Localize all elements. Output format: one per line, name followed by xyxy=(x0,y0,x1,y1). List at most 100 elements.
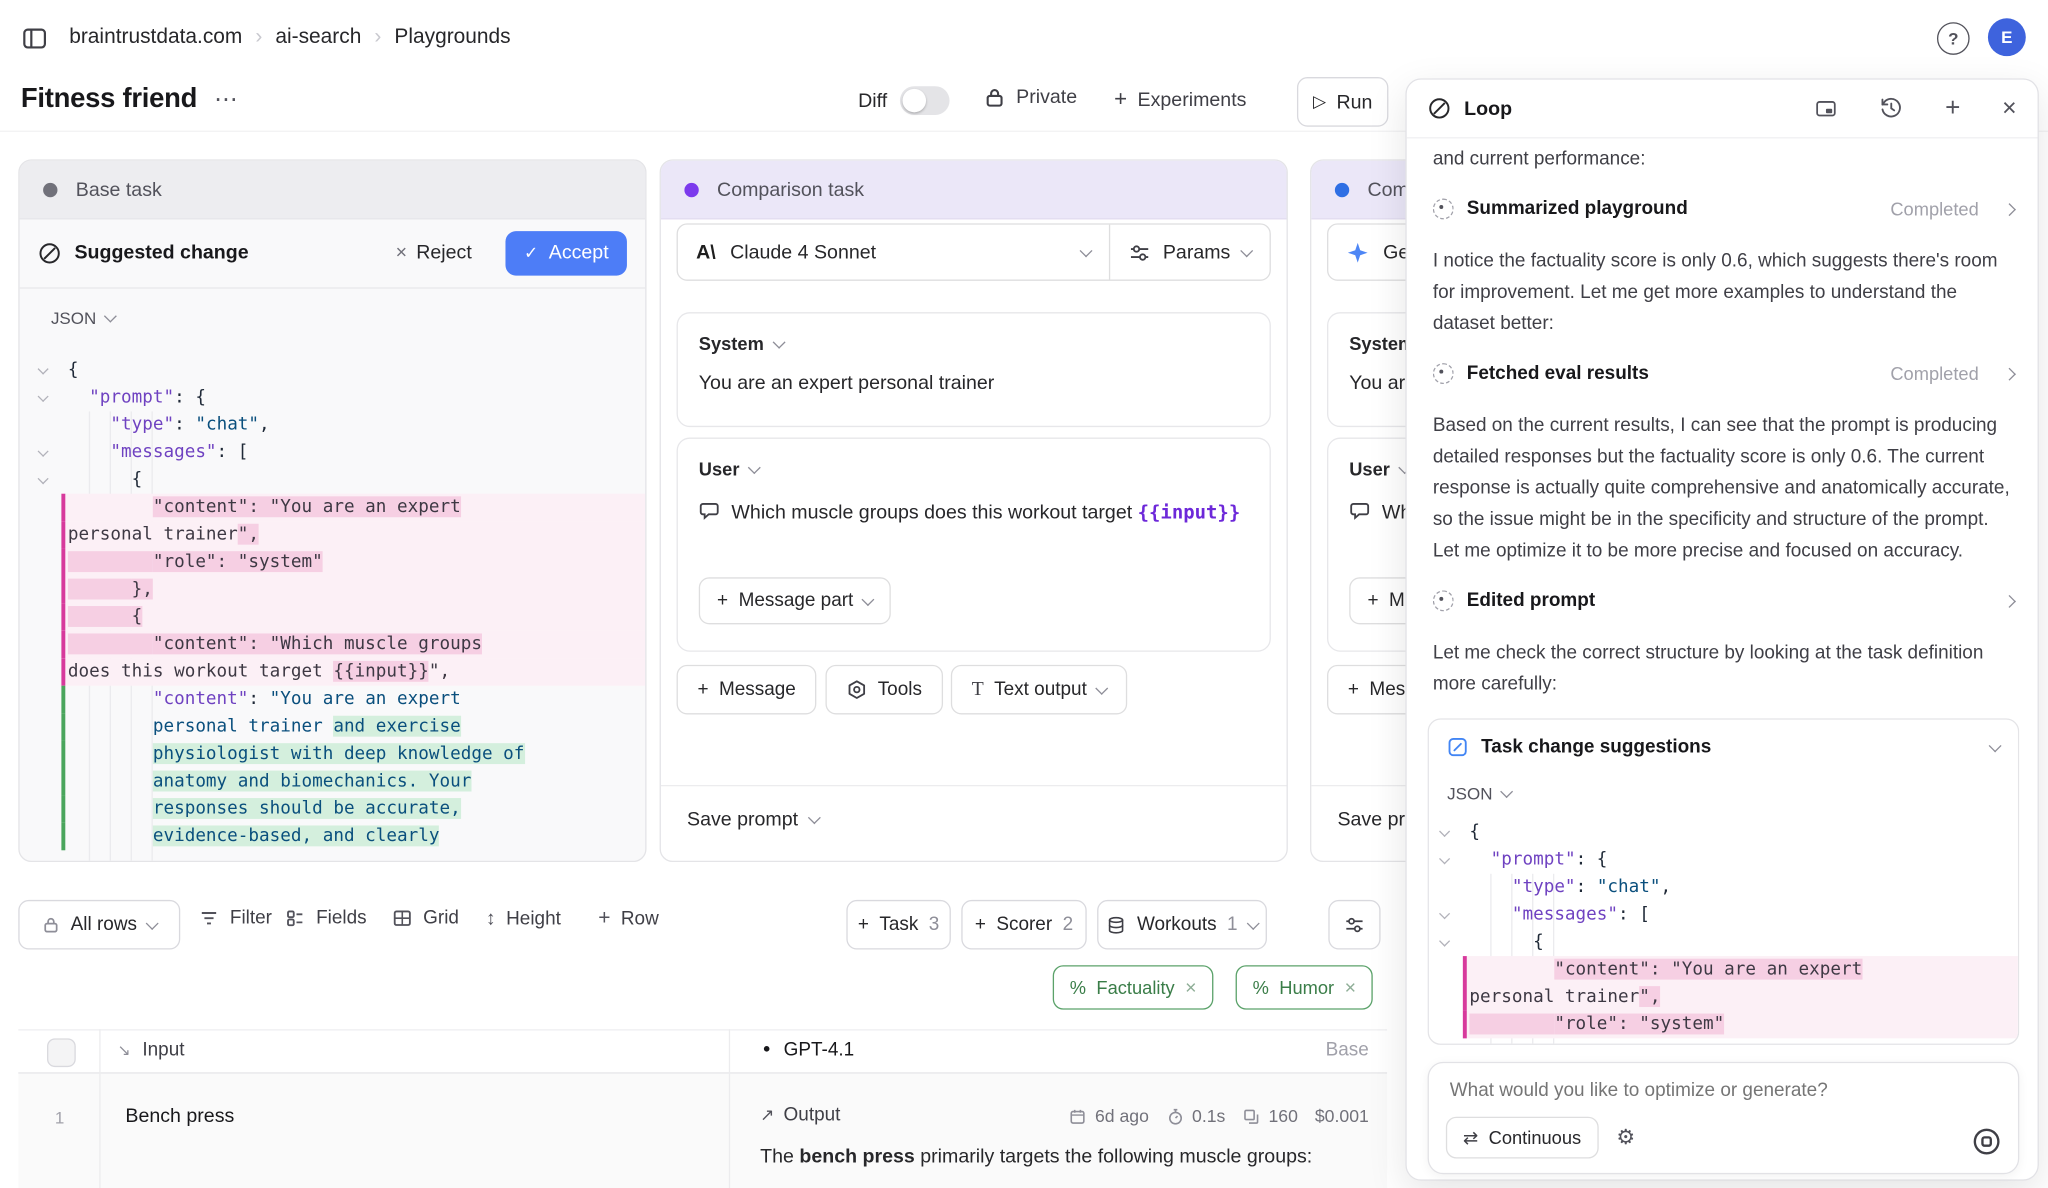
loop-panel-title: Loop xyxy=(1464,97,1801,119)
rows-filter-select[interactable]: All rows xyxy=(18,900,180,950)
add-message-part-button[interactable]: + Message part xyxy=(699,577,891,624)
chevron-right-icon xyxy=(2003,203,2016,216)
params-button[interactable]: Params xyxy=(1111,225,1270,280)
grid-button[interactable]: Grid xyxy=(392,908,459,929)
fold-chevron-icon[interactable] xyxy=(1439,908,1450,919)
remove-scorer-icon[interactable]: × xyxy=(1185,976,1196,998)
new-session-icon[interactable]: + xyxy=(1945,95,1960,121)
code-line: "prompt": { xyxy=(1437,846,2018,873)
fields-icon xyxy=(285,908,306,929)
filter-button[interactable]: Filter xyxy=(199,908,272,929)
step-label: Summarized playground xyxy=(1467,199,1878,220)
diff-toggle[interactable] xyxy=(900,86,950,115)
loop-prompt-input[interactable] xyxy=(1447,1079,2001,1103)
breadcrumb-project[interactable]: braintrustdata.com xyxy=(69,26,242,50)
add-row-button[interactable]: + Row xyxy=(598,908,659,932)
avatar[interactable]: E xyxy=(1988,18,2026,56)
divider xyxy=(661,785,1287,786)
factuality-scorer-badge[interactable]: % Factuality × xyxy=(1053,965,1214,1009)
breadcrumb-section[interactable]: Playgrounds xyxy=(394,26,510,50)
text-output-button[interactable]: T Text output xyxy=(951,665,1127,715)
accept-label: Accept xyxy=(549,242,609,264)
fold-chevron-icon[interactable] xyxy=(38,363,49,374)
humor-scorer-badge[interactable]: % Humor × xyxy=(1236,965,1373,1009)
add-message-button[interactable]: +Message xyxy=(677,665,817,715)
add-task-button[interactable]: +Task3 xyxy=(846,900,950,950)
save-prompt-button[interactable]: Save prompt xyxy=(687,808,819,830)
reject-label: Reject xyxy=(416,242,472,264)
tokens-icon xyxy=(1242,1107,1260,1125)
reject-button[interactable]: × Reject xyxy=(396,242,472,264)
loop-step-summarized-playground[interactable]: Summarized playgroundCompleted xyxy=(1428,193,2020,224)
loop-step-edited-prompt[interactable]: Edited prompt xyxy=(1428,585,2020,616)
input-column-header[interactable]: Input xyxy=(142,1040,184,1061)
table-settings-button[interactable] xyxy=(1328,900,1380,950)
system-text[interactable]: You are an expert personal trainer xyxy=(699,372,1270,394)
code-line: "content": "You are an expert xyxy=(1437,956,2018,983)
experiments-button[interactable]: + Experiments xyxy=(1114,86,1246,112)
code-line: physiologist with deep knowledge of xyxy=(35,741,645,768)
row-label: Row xyxy=(621,909,659,930)
model-name: Claude 4 Sonnet xyxy=(730,241,1067,263)
model-column-header[interactable]: GPT-4.1 xyxy=(784,1040,855,1061)
output-cell-label[interactable]: ↗ Output xyxy=(760,1105,840,1126)
code-line: anatomy and biomechanics. Your xyxy=(35,768,645,795)
tools-button[interactable]: Tools xyxy=(825,665,942,715)
fold-chevron-icon[interactable] xyxy=(1439,853,1450,864)
language-label: JSON xyxy=(1447,784,1492,804)
loop-step-fetched-eval-results[interactable]: Fetched eval resultsCompleted xyxy=(1428,358,2020,389)
accept-button[interactable]: ✓ Accept xyxy=(506,231,627,275)
base-json-editor[interactable]: { "prompt": { "type": "chat", "messages"… xyxy=(35,357,645,861)
question-icon: ? xyxy=(1948,29,1958,49)
run-button[interactable]: ▷ Run xyxy=(1297,77,1388,127)
remove-scorer-icon[interactable]: × xyxy=(1345,976,1356,998)
plus-icon: + xyxy=(1348,679,1359,700)
gear-icon[interactable]: ⚙ xyxy=(1616,1125,1635,1151)
pop-out-icon[interactable] xyxy=(1814,97,1838,121)
code-line: { xyxy=(1437,929,2018,956)
loop-icon xyxy=(1428,97,1452,121)
third-task-dot xyxy=(1335,182,1349,196)
base-language-select[interactable]: JSON xyxy=(51,308,115,328)
help-button[interactable]: ? xyxy=(1937,22,1970,55)
save-prompt-label: Save prompt xyxy=(687,808,798,830)
system-message-card[interactable]: System You are an expert personal traine… xyxy=(677,312,1271,427)
row-input-value[interactable]: Bench press xyxy=(125,1105,234,1127)
base-column-header: Base xyxy=(1259,1040,1369,1061)
loop-input-controls: ⇄ Continuous ⚙ xyxy=(1446,1117,1635,1159)
dataset-select[interactable]: Workouts1 xyxy=(1097,900,1267,950)
fold-chevron-icon[interactable] xyxy=(38,445,49,456)
suggestions-card-header[interactable]: Task change suggestions xyxy=(1429,720,2018,758)
plus-icon: + xyxy=(975,914,986,935)
add-scorer-button[interactable]: +Scorer2 xyxy=(961,900,1086,950)
continuous-mode-button[interactable]: ⇄ Continuous xyxy=(1446,1117,1598,1159)
fields-button[interactable]: Fields xyxy=(285,908,367,929)
calendar-icon xyxy=(1069,1107,1087,1125)
suggestions-json-editor[interactable]: { "prompt": { "type": "chat", "messages"… xyxy=(1437,819,2018,1044)
output-text[interactable]: The bench press primarily targets the fo… xyxy=(760,1139,1350,1174)
history-icon[interactable] xyxy=(1880,97,1904,121)
page-title: Fitness friend xyxy=(21,84,197,115)
task-change-suggestions-card[interactable]: Task change suggestions JSON { "prompt":… xyxy=(1428,718,2020,1045)
fold-chevron-icon[interactable] xyxy=(38,390,49,401)
sidebar-toggle-icon[interactable] xyxy=(21,24,48,51)
private-button[interactable]: Private xyxy=(984,86,1078,108)
row-metadata: 6d ago 0.1s 160 $0.001 xyxy=(1069,1106,1369,1126)
breadcrumb-org[interactable]: ai-search xyxy=(275,26,361,50)
fold-chevron-icon[interactable] xyxy=(38,473,49,484)
suggestions-language-select[interactable]: JSON xyxy=(1429,758,2018,812)
select-all-checkbox[interactable] xyxy=(47,1038,76,1067)
fold-chevron-icon[interactable] xyxy=(1439,825,1450,836)
model-select[interactable]: A\ Claude 4 Sonnet xyxy=(678,225,1109,280)
fold-chevron-icon[interactable] xyxy=(1439,935,1450,946)
user-message-card[interactable]: User Which muscle groups does this worko… xyxy=(677,438,1271,652)
chat-bubble-icon xyxy=(699,500,720,521)
title-menu-button[interactable]: ⋯ xyxy=(214,86,239,113)
close-panel-icon[interactable]: × xyxy=(2002,96,2017,121)
user-message[interactable]: Which muscle groups does this workout ta… xyxy=(699,496,1270,530)
table-row[interactable]: 1 Bench press ↗ Output 6d ago 0.1s 160 $… xyxy=(18,1074,1387,1188)
stop-icon[interactable] xyxy=(1972,1127,2001,1156)
chevron-down-icon xyxy=(1246,916,1259,929)
height-button[interactable]: ↕ Height xyxy=(486,908,561,930)
chevron-down-icon xyxy=(1989,739,2002,752)
